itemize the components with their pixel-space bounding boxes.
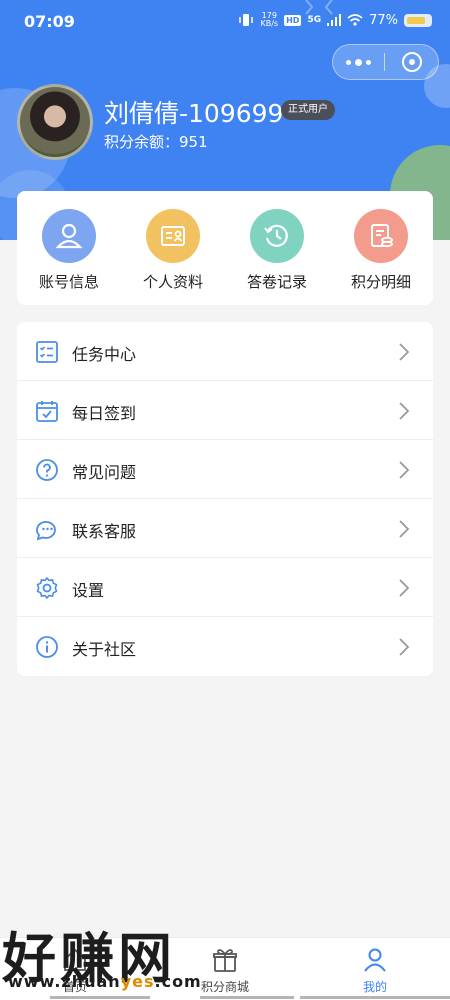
watermark: 好赚网 www.zhuanyes.com	[0, 912, 202, 1000]
watermark-url: www.zhuanyes.com	[8, 972, 202, 991]
dot-icon	[366, 59, 372, 65]
more-button[interactable]	[333, 44, 384, 80]
calendar-check-icon	[36, 401, 58, 422]
status-bar: 07:09 179 KB/s HD 5G 77%	[0, 0, 450, 44]
id-card-icon	[146, 209, 200, 263]
menu-item-task-center[interactable]: 任务中心	[17, 322, 433, 381]
tab-indicator	[300, 996, 450, 999]
quick-actions-card: 账号信息 个人资料 答卷记录 积分明细	[17, 191, 433, 305]
menu-item-faq[interactable]: 常见问题	[17, 440, 433, 499]
quick-profile[interactable]: 个人资料	[121, 191, 225, 305]
hd-icon: HD	[284, 14, 302, 26]
chevron-right-icon	[399, 343, 410, 361]
menu-item-about-community[interactable]: 关于社区	[17, 617, 433, 676]
quick-action-label: 答卷记录	[246, 273, 307, 291]
tab-indicator	[200, 996, 294, 999]
task-list-icon	[36, 341, 58, 363]
wifi-icon	[347, 14, 363, 26]
avatar[interactable]	[17, 84, 93, 160]
gear-icon	[36, 577, 58, 599]
chevron-right-icon	[399, 520, 410, 538]
chevron-right-icon	[399, 579, 410, 597]
tab-mine[interactable]: 我的	[300, 938, 450, 1000]
quick-account-info[interactable]: 账号信息	[17, 191, 121, 305]
info-icon	[36, 636, 58, 658]
points-balance: 积分余额：951	[104, 133, 208, 151]
menu-item-label: 设置	[72, 581, 105, 600]
close-button[interactable]	[385, 44, 438, 80]
status-badge: 正式用户	[281, 100, 335, 120]
gift-icon	[213, 949, 237, 972]
chevron-right-icon	[399, 638, 410, 656]
menu-item-settings[interactable]: 设置	[17, 558, 433, 617]
vibrate-icon	[239, 14, 254, 26]
menu-item-label: 联系客服	[72, 522, 137, 541]
coins-icon	[354, 209, 408, 263]
battery-percent: 77%	[369, 12, 398, 28]
signal-label: 5G	[307, 15, 322, 25]
question-icon	[36, 459, 58, 481]
menu-item-customer-service[interactable]: 联系客服	[17, 499, 433, 558]
quick-action-label: 账号信息	[38, 273, 99, 291]
menu-item-label: 每日签到	[72, 404, 137, 423]
chevron-right-icon	[399, 402, 410, 420]
user-icon	[42, 209, 96, 263]
signal-icon	[327, 14, 342, 26]
person-icon	[364, 948, 386, 972]
history-icon	[250, 209, 304, 263]
status-icons: 179 KB/s HD 5G 77%	[238, 12, 432, 28]
quick-action-label: 积分明细	[350, 273, 411, 291]
clock: 07:09	[24, 12, 75, 31]
chat-icon	[36, 521, 56, 541]
quick-action-label: 个人资料	[142, 273, 203, 291]
dot-icon	[346, 59, 352, 65]
net-speed: 179 KB/s	[260, 11, 279, 28]
menu-list: 任务中心 每日签到 常见问题 联系客服 设置 关于社区	[17, 322, 433, 676]
battery-icon	[404, 13, 432, 27]
menu-item-label: 关于社区	[72, 640, 137, 659]
target-icon	[401, 52, 422, 72]
tab-label: 我的	[362, 980, 387, 994]
menu-item-daily-checkin[interactable]: 每日签到	[17, 381, 433, 440]
menu-item-label: 任务中心	[72, 345, 137, 364]
quick-points-detail[interactable]: 积分明细	[329, 191, 433, 305]
chevron-right-icon	[399, 461, 410, 479]
quick-answer-history[interactable]: 答卷记录	[225, 191, 329, 305]
mini-program-capsule	[332, 44, 439, 80]
dot-icon	[355, 58, 363, 66]
menu-item-label: 常见问题	[72, 463, 137, 482]
username: 刘倩倩-109699	[104, 99, 284, 128]
